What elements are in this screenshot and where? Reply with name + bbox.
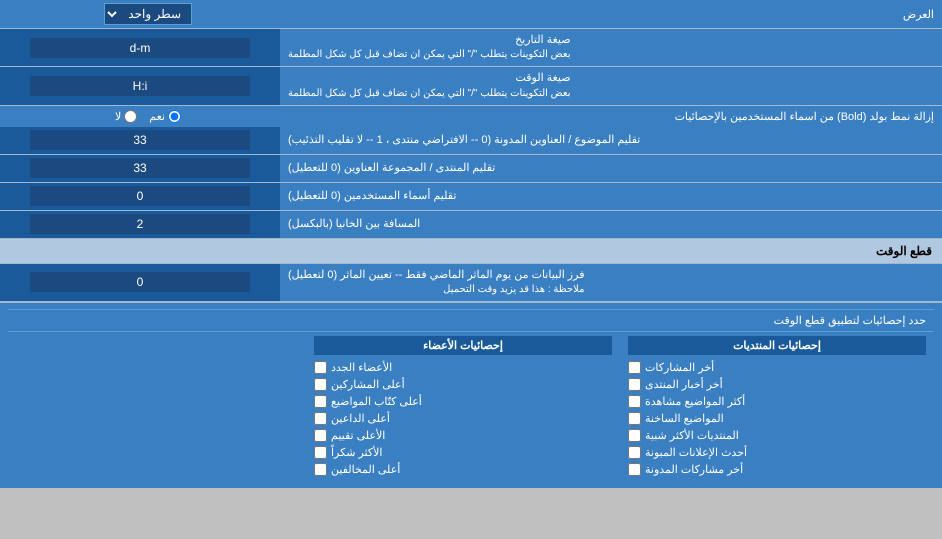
limit-row: حدد إحصائيات لتطبيق قطع الوقت [8,309,934,332]
bold-radio-no[interactable] [124,110,137,123]
time-format-label: صيغة الوقت بعض التكوينات يتطلب "/" التي … [280,67,942,104]
new-members-item: الأعضاء الجدد [314,359,612,376]
top-posters-checkbox[interactable] [314,378,327,391]
date-format-input[interactable] [30,38,250,58]
most-viewed-item: أكثر المواضيع مشاهدة [628,393,926,410]
cutoff-section-header: قطع الوقت [0,239,942,264]
checkbox-col-members: إحصائيات الأعضاء الأعضاء الجدد أعلى المش… [306,332,620,482]
top-rated-item: الأعلى تقييم [314,427,612,444]
top-posters-item: أعلى المشاركين [314,376,612,393]
latest-participations-item: أخر مشاركات المدونة [628,461,926,478]
usernames-input-wrap[interactable] [0,183,280,210]
display-select-wrap[interactable]: سطر واحد سطرين ثلاثة أسطر [8,3,288,25]
bold-remove-label: إزالة نمط بولد (Bold) من اسماء المستخدمي… [288,110,934,123]
recent-topics-item: المواضيع الساخنة [628,410,926,427]
usernames-input[interactable] [30,186,250,206]
top-visitors-item: أعلى المخالفين [314,461,612,478]
top-visitors-checkbox[interactable] [314,463,327,476]
latest-participations-checkbox[interactable] [628,463,641,476]
top-threads-item: أعلى الداعين [314,410,612,427]
checkboxes-grid: إحصائيات المنتديات أخر المشاركات أخر أخب… [8,332,934,482]
forum-titles-input[interactable] [30,158,250,178]
cutoff-days-input[interactable] [30,272,250,292]
checkbox-col-forums: إحصائيات المنتديات أخر المشاركات أخر أخب… [620,332,934,482]
forum-titles-label: تقليم المنتدى / المجموعة العناوين (0 للت… [280,155,942,182]
bold-radio-no-label[interactable]: لا [115,110,137,123]
distance-row: المسافة بين الخانيا (بالبكسل) [0,211,942,239]
cutoff-days-row: فرز البيانات من يوم الماثر الماضي فقط --… [0,264,942,302]
forum-titles-input-wrap[interactable] [0,155,280,182]
most-thanked-checkbox[interactable] [314,446,327,459]
forum-titles-row: تقليم المنتدى / المجموعة العناوين (0 للت… [0,155,942,183]
forums-col-header: إحصائيات المنتديات [628,336,926,355]
date-format-input-wrap[interactable] [0,29,280,66]
topic-titles-input[interactable] [30,130,250,150]
topic-titles-label: تقليم الموضوع / العناوين المدونة (0 -- ا… [280,127,942,154]
time-format-row: صيغة الوقت بعض التكوينات يتطلب "/" التي … [0,67,942,105]
most-viewed-checkbox[interactable] [628,395,641,408]
top-authors-item: أعلى كتّاب المواضيع [314,393,612,410]
time-format-input-wrap[interactable] [0,67,280,104]
top-rated-checkbox[interactable] [314,429,327,442]
top-threads-checkbox[interactable] [314,412,327,425]
latest-announcements-checkbox[interactable] [628,446,641,459]
display-row: العرض سطر واحد سطرين ثلاثة أسطر [0,0,942,29]
distance-input[interactable] [30,214,250,234]
top-authors-checkbox[interactable] [314,395,327,408]
distance-input-wrap[interactable] [0,211,280,238]
topic-titles-input-wrap[interactable] [0,127,280,154]
new-members-checkbox[interactable] [314,361,327,374]
bold-radio-yes[interactable] [168,110,181,123]
cutoff-days-input-wrap[interactable] [0,264,280,301]
usernames-label: تقليم أسماء المستخدمين (0 للتعطيل) [280,183,942,210]
members-col-header: إحصائيات الأعضاء [314,336,612,355]
display-select[interactable]: سطر واحد سطرين ثلاثة أسطر [104,3,192,25]
time-format-input[interactable] [30,76,250,96]
latest-posts-checkbox[interactable] [628,361,641,374]
cutoff-days-label: فرز البيانات من يوم الماثر الماضي فقط --… [280,264,942,301]
display-label: العرض [288,8,934,21]
date-format-label: صيغة التاريخ بعض التكوينات يتطلب "/" الت… [280,29,942,66]
most-thanked-item: الأكثر شكراً [314,444,612,461]
topic-titles-row: تقليم الموضوع / العناوين المدونة (0 -- ا… [0,127,942,155]
usernames-row: تقليم أسماء المستخدمين (0 للتعطيل) [0,183,942,211]
latest-announcements-item: أحدث الإعلانات المبونة [628,444,926,461]
distance-label: المسافة بين الخانيا (بالبكسل) [280,211,942,238]
latest-posts-item: أخر المشاركات [628,359,926,376]
similar-forums-checkbox[interactable] [628,429,641,442]
latest-news-checkbox[interactable] [628,378,641,391]
bold-radio-yes-label[interactable]: نعم [149,110,181,123]
latest-news-item: أخر أخبار المنتدى [628,376,926,393]
recent-topics-checkbox[interactable] [628,412,641,425]
bold-remove-row: إزالة نمط بولد (Bold) من اسماء المستخدمي… [0,106,942,127]
date-format-row: صيغة التاريخ بعض التكوينات يتطلب "/" الت… [0,29,942,67]
checkboxes-area: حدد إحصائيات لتطبيق قطع الوقت إحصائيات ا… [0,302,942,488]
spacer-col [8,332,306,482]
similar-forums-item: المنتديات الأكثر شبية [628,427,926,444]
bold-remove-radio-wrap: نعم لا [8,110,288,123]
